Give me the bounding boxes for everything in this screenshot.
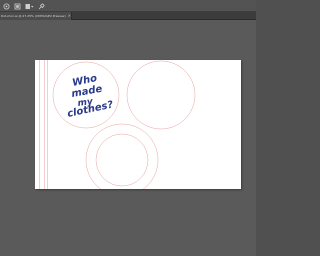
options-bar xyxy=(0,0,256,12)
home-icon[interactable] xyxy=(2,2,10,10)
document-tab-bar: Dot-mini.ai @ 27.25% (CMYK/GPU Preview) … xyxy=(0,12,256,20)
document-tab-label: Dot-mini.ai @ 27.25% (CMYK/GPU Preview) xyxy=(1,14,66,18)
document-tab[interactable]: Dot-mini.ai @ 27.25% (CMYK/GPU Preview) … xyxy=(0,12,72,20)
pin-icon[interactable] xyxy=(37,2,45,10)
artboard[interactable]: Who made my clothes? xyxy=(35,60,241,189)
close-tab-icon[interactable]: × xyxy=(68,12,71,20)
die-cut-circle xyxy=(126,60,196,130)
options-icon[interactable] xyxy=(24,2,34,10)
illustrator-window: Dot-mini.ai @ 27.25% (CMYK/GPU Preview) … xyxy=(0,0,256,256)
die-cut-ring-inner xyxy=(95,133,149,187)
artboard-artwork: Who made my clothes? xyxy=(39,60,196,189)
artboard-icon[interactable] xyxy=(13,2,21,10)
who-made-my-clothes-logo: Who made my clothes? xyxy=(66,73,114,120)
